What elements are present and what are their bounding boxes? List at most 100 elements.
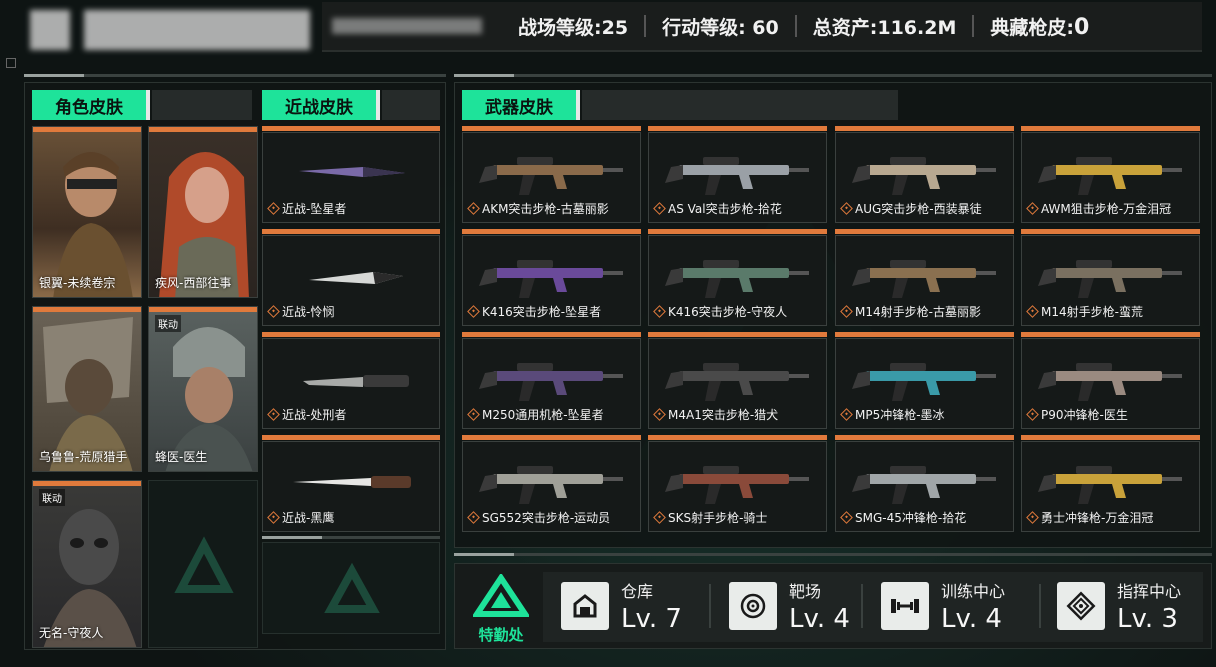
rarity-icon bbox=[467, 305, 480, 318]
player-name bbox=[84, 10, 310, 50]
weapon-card[interactable]: K416突击步枪-坠星者 bbox=[462, 229, 641, 326]
facility-command[interactable]: 指挥中心 Lv. 3 bbox=[1057, 576, 1181, 636]
rarity-icon bbox=[653, 202, 666, 215]
command-icon bbox=[1057, 582, 1105, 630]
rarity-icon bbox=[467, 511, 480, 524]
weapon-card[interactable]: 勇士冲锋枪-万金泪冠 bbox=[1021, 435, 1200, 532]
operation-level: 行动等级: 60 bbox=[662, 16, 779, 39]
collab-badge: 联动 bbox=[155, 315, 181, 332]
weapon-card[interactable]: AS Val突击步枪-拾花 bbox=[648, 126, 827, 223]
weapon-card[interactable]: AWM狙击步枪-万金泪冠 bbox=[1021, 126, 1200, 223]
placeholder-logo-icon bbox=[324, 562, 380, 613]
rarity-icon bbox=[267, 511, 280, 524]
character-portrait-icon bbox=[43, 509, 137, 647]
character-label: 无名-守夜人 bbox=[39, 626, 104, 640]
melee-label: 近战-坠星者 bbox=[267, 200, 346, 217]
weapon-label: M14射手步枪-蛮荒 bbox=[1026, 303, 1143, 320]
rarity-icon bbox=[1026, 202, 1039, 215]
melee-label: 近战-怜悯 bbox=[267, 303, 334, 320]
facility-range[interactable]: 靶场 Lv. 4 bbox=[729, 576, 850, 636]
weapon-label: SKS射手步枪-骑士 bbox=[653, 509, 767, 526]
weapon-card[interactable]: K416突击步枪-守夜人 bbox=[648, 229, 827, 326]
character-label: 乌鲁鲁-荒原猎手 bbox=[39, 450, 128, 464]
weapon-label: K416突击步枪-守夜人 bbox=[653, 303, 787, 320]
weapon-card[interactable]: SMG-45冲锋枪-拾花 bbox=[835, 435, 1014, 532]
facility-name: 靶场 bbox=[789, 582, 822, 601]
weapon-card[interactable]: M14射手步枪-古墓丽影 bbox=[835, 229, 1014, 326]
weapon-label: M14射手步枪-古墓丽影 bbox=[840, 303, 981, 320]
character-card[interactable]: 联动 蜂医-医生 bbox=[148, 306, 258, 472]
tab-melee-skins[interactable]: 近战皮肤 bbox=[262, 90, 380, 120]
weapon-card[interactable]: M4A1突击步枪-猎犬 bbox=[648, 332, 827, 429]
character-card[interactable]: 银翼-未续卷宗 bbox=[32, 126, 142, 298]
character-card[interactable]: 疾风-西部往事 bbox=[148, 126, 258, 298]
character-portrait-icon bbox=[53, 152, 133, 297]
character-label: 疾风-西部往事 bbox=[155, 276, 232, 290]
weapon-card[interactable]: MP5冲锋枪-墨冰 bbox=[835, 332, 1014, 429]
tab-weapon-skins[interactable]: 武器皮肤 bbox=[462, 90, 580, 120]
avatar bbox=[30, 10, 70, 50]
panel-divider bbox=[24, 74, 446, 77]
rarity-icon bbox=[267, 202, 280, 215]
weapon-label: AS Val突击步枪-拾花 bbox=[653, 200, 782, 217]
tab-tail bbox=[582, 90, 898, 120]
weapon-card[interactable]: AUG突击步枪-西装暴徒 bbox=[835, 126, 1014, 223]
empty-melee-slot[interactable] bbox=[262, 542, 440, 634]
facility-warehouse[interactable]: 仓库 Lv. 7 bbox=[561, 576, 682, 636]
facility-divider bbox=[1039, 584, 1041, 628]
character-card[interactable]: 乌鲁鲁-荒原猎手 bbox=[32, 306, 142, 472]
melee-card[interactable]: 近战-怜悯 bbox=[262, 229, 440, 326]
empty-character-slot[interactable] bbox=[148, 480, 258, 648]
facility-training[interactable]: 训练中心 Lv. 4 bbox=[881, 576, 1005, 636]
hq-logo-icon bbox=[471, 572, 531, 617]
collection-skins: 典藏枪皮:0 bbox=[990, 14, 1090, 40]
rarity-icon bbox=[840, 305, 853, 318]
total-assets: 总资产:116.2M bbox=[812, 16, 957, 39]
collab-badge: 联动 bbox=[39, 489, 65, 506]
character-label: 蜂医-医生 bbox=[155, 450, 208, 464]
rarity-icon bbox=[467, 202, 480, 215]
facility-name: 指挥中心 bbox=[1117, 582, 1182, 601]
rarity-icon bbox=[840, 408, 853, 421]
weapon-card[interactable]: M250通用机枪-坠星者 bbox=[462, 332, 641, 429]
weapon-label: MP5冲锋枪-墨冰 bbox=[840, 406, 945, 423]
target-icon bbox=[729, 582, 777, 630]
weapon-label: K416突击步枪-坠星者 bbox=[467, 303, 601, 320]
weapon-label: M250通用机枪-坠星者 bbox=[467, 406, 604, 423]
panel-divider bbox=[454, 74, 1212, 77]
player-id bbox=[332, 18, 482, 34]
panel-divider bbox=[454, 553, 1212, 556]
melee-card[interactable]: 近战-黑鹰 bbox=[262, 435, 440, 532]
weapon-label: AKM突击步枪-古墓丽影 bbox=[467, 200, 609, 217]
battlefield-level: 战场等级:25 bbox=[518, 16, 629, 39]
facility-divider bbox=[861, 584, 863, 628]
weapon-label: SMG-45冲锋枪-拾花 bbox=[840, 509, 966, 526]
tab-tail bbox=[152, 90, 252, 120]
rarity-icon bbox=[1026, 511, 1039, 524]
rarity-icon bbox=[467, 408, 480, 421]
melee-label: 近战-处刑者 bbox=[267, 406, 346, 423]
weapon-label: 勇士冲锋枪-万金泪冠 bbox=[1026, 509, 1153, 526]
rarity-icon bbox=[840, 511, 853, 524]
hq-button[interactable]: 特勤处 bbox=[469, 572, 533, 645]
melee-card[interactable]: 近战-坠星者 bbox=[262, 126, 440, 223]
melee-card[interactable]: 近战-处刑者 bbox=[262, 332, 440, 429]
tab-character-skins[interactable]: 角色皮肤 bbox=[32, 90, 150, 120]
facility-level: Lv. 4 bbox=[941, 604, 1002, 634]
facility-name: 仓库 bbox=[621, 582, 654, 601]
warehouse-icon bbox=[561, 582, 609, 630]
weapon-card[interactable]: SKS射手步枪-骑士 bbox=[648, 435, 827, 532]
rarity-icon bbox=[1026, 408, 1039, 421]
rarity-icon bbox=[1026, 305, 1039, 318]
rarity-icon bbox=[267, 408, 280, 421]
weapon-card[interactable]: M14射手步枪-蛮荒 bbox=[1021, 229, 1200, 326]
facility-level: Lv. 7 bbox=[621, 604, 682, 634]
weapon-card[interactable]: SG552突击步枪-运动员 bbox=[462, 435, 641, 532]
hq-label: 特勤处 bbox=[478, 626, 524, 644]
character-card[interactable]: 联动 无名-守夜人 bbox=[32, 480, 142, 648]
weapon-label: AUG突击步枪-西装暴徒 bbox=[840, 200, 982, 217]
weapon-card[interactable]: AKM突击步枪-古墓丽影 bbox=[462, 126, 641, 223]
panel-divider bbox=[262, 536, 440, 539]
weapon-label: SG552突击步枪-运动员 bbox=[467, 509, 610, 526]
weapon-card[interactable]: P90冲锋枪-医生 bbox=[1021, 332, 1200, 429]
